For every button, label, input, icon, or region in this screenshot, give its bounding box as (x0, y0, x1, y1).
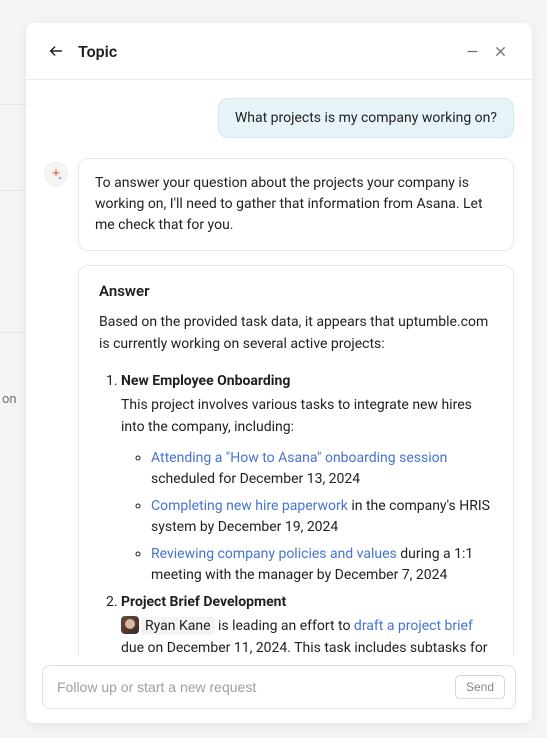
project-list: New Employee Onboarding This project inv… (121, 371, 493, 655)
assistant-message-row: To answer your question about the projec… (44, 158, 514, 251)
subtask-item: Completing new hire paperwork in the com… (151, 496, 493, 538)
project-item: Project Brief Development Ryan Kane is l… (121, 592, 493, 655)
background-text: on (2, 392, 17, 407)
back-button[interactable] (44, 39, 68, 63)
answer-card: Answer Based on the provided task data, … (78, 265, 514, 655)
assistant-avatar (44, 162, 68, 186)
panel-title: Topic (78, 42, 117, 61)
text-segment: is leading an effort to (215, 618, 354, 634)
project-desc: Ryan Kane is leading an effort to draft … (121, 616, 493, 655)
user-avatar (121, 616, 139, 634)
assistant-intro-card: To answer your question about the projec… (78, 158, 514, 251)
task-link[interactable]: Reviewing company policies and values (151, 546, 397, 562)
project-desc: This project involves various tasks to i… (121, 395, 493, 438)
project-item: New Employee Onboarding This project inv… (121, 371, 493, 586)
task-link[interactable]: Completing new hire paperwork (151, 498, 348, 514)
project-name: New Employee Onboarding (121, 373, 290, 389)
user-name-chip[interactable]: Ryan Kane (141, 617, 215, 635)
subtask-list: Attending a "How to Asana" onboarding se… (151, 448, 493, 586)
composer-input[interactable] (57, 679, 455, 695)
answer-heading: Answer (99, 282, 493, 300)
task-link[interactable]: draft a project brief (354, 618, 473, 634)
composer: Send (26, 655, 532, 723)
close-button[interactable] (486, 37, 514, 65)
minus-icon (465, 44, 480, 59)
chat-panel: Topic What projects is my company workin… (26, 23, 532, 723)
user-message-bubble: What projects is my company working on? (218, 98, 514, 138)
panel-header: Topic (26, 23, 532, 80)
subtask-item: Attending a "How to Asana" onboarding se… (151, 448, 493, 490)
task-tail: scheduled for December 13, 2024 (151, 471, 360, 487)
subtask-item: Reviewing company policies and values du… (151, 544, 493, 586)
conversation-scroll[interactable]: What projects is my company working on? … (26, 80, 532, 655)
task-link[interactable]: Attending a "How to Asana" onboarding se… (151, 450, 447, 466)
composer-input-row: Send (42, 665, 516, 709)
text-segment: due on December 11, 2024. This task incl… (121, 640, 488, 655)
project-name: Project Brief Development (121, 594, 286, 610)
send-button[interactable]: Send (455, 675, 505, 699)
answer-intro: Based on the provided task data, it appe… (99, 312, 493, 355)
minimize-button[interactable] (458, 37, 486, 65)
arrow-left-icon (48, 43, 64, 59)
sparkle-icon (49, 167, 63, 181)
user-message-row: What projects is my company working on? (44, 98, 514, 138)
close-icon (493, 44, 508, 59)
